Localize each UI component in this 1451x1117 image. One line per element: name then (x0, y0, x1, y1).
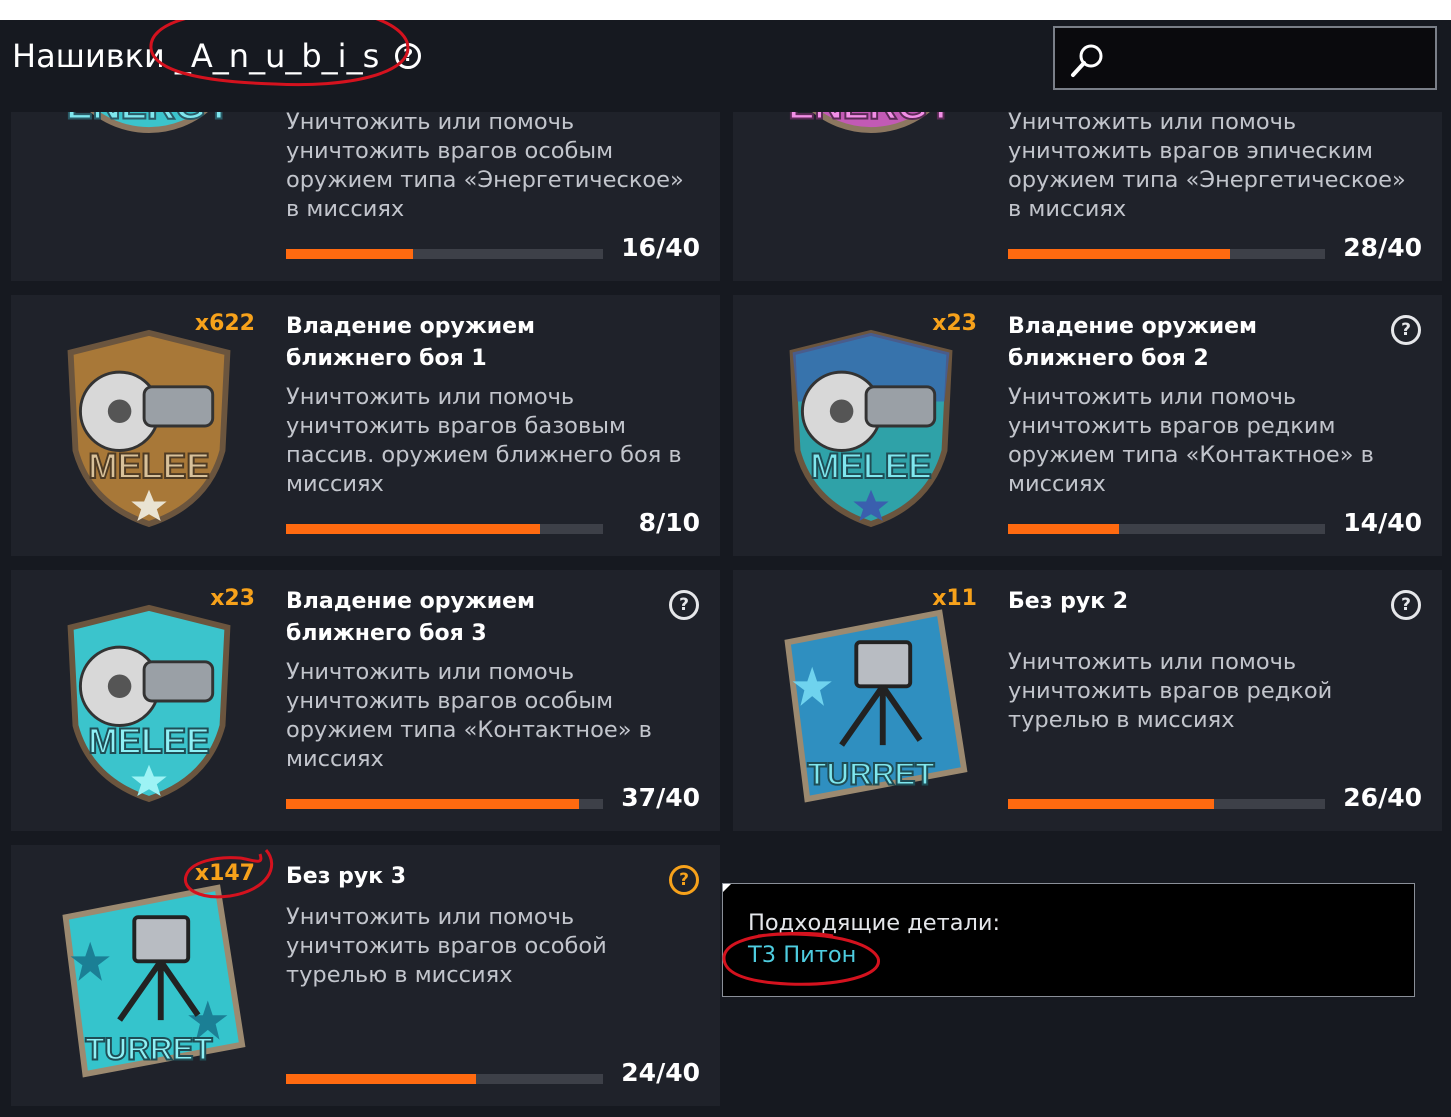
progress-bar (286, 249, 603, 259)
progress-text: 14/40 (1343, 508, 1422, 537)
card-description: Уничтожить или помочь уничтожить врагов … (1008, 649, 1333, 733)
progress-text: 8/10 (638, 508, 700, 537)
progress-bar (286, 524, 603, 534)
help-icon[interactable]: ? (669, 590, 699, 620)
progress-fill (286, 799, 580, 809)
patch-count: x11 (932, 586, 977, 611)
page-header: Нашивки _A_n_u_b_i_s ? (0, 20, 1451, 112)
title-group: Нашивки _A_n_u_b_i_s ? (12, 36, 422, 76)
progress-text: 16/40 (621, 233, 700, 262)
progress-text: 28/40 (1343, 233, 1422, 262)
tooltip-part-link[interactable]: Т3 Питон (748, 942, 856, 968)
progress-fill (1008, 249, 1230, 259)
progress-bar (286, 799, 603, 809)
search-input[interactable] (1053, 26, 1437, 90)
progress-fill (286, 1074, 477, 1084)
patch-card[interactable]: MELEE x622 Владение оружием ближнего боя… (11, 295, 720, 556)
progress-text: 24/40 (621, 1058, 700, 1087)
help-icon[interactable]: ? (1391, 315, 1421, 345)
card-description: Уничтожить или помочь уничтожить врагов … (1008, 384, 1374, 497)
card-title: Владение оружием ближнего боя 1 (286, 314, 536, 371)
patch-count: x147 (194, 861, 255, 886)
page-title: Нашивки _A_n_u_b_i_s (12, 37, 380, 75)
turret-badge-icon: TURRET (784, 609, 968, 803)
progress-bar (1008, 249, 1325, 259)
patch-card[interactable]: MELEE x23 Владение оружием ближнего боя … (11, 570, 720, 831)
svg-text:MELEE: MELEE (88, 447, 209, 486)
svg-text:MELEE: MELEE (810, 447, 931, 486)
tooltip-label: Подходящие детали: (748, 910, 1001, 936)
progress-fill (286, 524, 540, 534)
parts-tooltip: Подходящие детали: Т3 Питон (722, 883, 1415, 997)
melee-badge-icon: MELEE (67, 604, 231, 803)
help-icon[interactable]: ? (395, 43, 422, 69)
card-title: Владение оружием ближнего боя 2 (1008, 314, 1258, 371)
card-description: Уничтожить или помочь уничтожить врагов … (286, 904, 607, 988)
progress-fill (1008, 524, 1119, 534)
svg-text:MELEE: MELEE (88, 722, 209, 761)
patch-card[interactable]: MELEE x23 Владение оружием ближнего боя … (733, 295, 1442, 556)
patch-count: x23 (932, 311, 977, 336)
patch-card[interactable]: TURRET x11 Без рук 2 ? Уничтожить или по… (733, 570, 1442, 831)
progress-fill (1008, 799, 1215, 809)
progress-fill (286, 249, 413, 259)
card-description: Уничтожить или помочь уничтожить врагов … (286, 109, 684, 222)
svg-text:TURRET: TURRET (807, 756, 934, 791)
turret-badge-icon: TURRET (62, 884, 246, 1078)
melee-badge-icon: MELEE (67, 329, 231, 528)
card-title: Без рук 3 (286, 864, 407, 889)
patches-screen: ENERGY Уничтожить или помочь уничтожить … (0, 20, 1451, 1117)
help-icon[interactable]: ? (1391, 590, 1421, 620)
search-icon (1071, 44, 1103, 77)
progress-text: 26/40 (1343, 783, 1422, 812)
svg-text:TURRET: TURRET (85, 1031, 212, 1066)
progress-bar (1008, 524, 1325, 534)
progress-bar (1008, 799, 1325, 809)
card-description: Уничтожить или помочь уничтожить врагов … (286, 384, 682, 497)
progress-bar (286, 1074, 603, 1084)
card-description: Уничтожить или помочь уничтожить врагов … (1008, 109, 1406, 222)
patch-count: x23 (210, 586, 255, 611)
tooltip-notch (723, 884, 731, 892)
card-title: Без рук 2 (1008, 589, 1129, 614)
card-title: Владение оружием ближнего боя 3 (286, 589, 536, 646)
card-description: Уничтожить или помочь уничтожить врагов … (286, 659, 652, 772)
patch-count: x622 (194, 311, 255, 336)
melee-badge-icon: MELEE (789, 329, 953, 528)
patch-card[interactable]: TURRET x147 Без рук 3 ? Уничтожить или п… (11, 845, 720, 1106)
progress-text: 37/40 (621, 783, 700, 812)
help-icon[interactable]: ? (669, 865, 699, 895)
